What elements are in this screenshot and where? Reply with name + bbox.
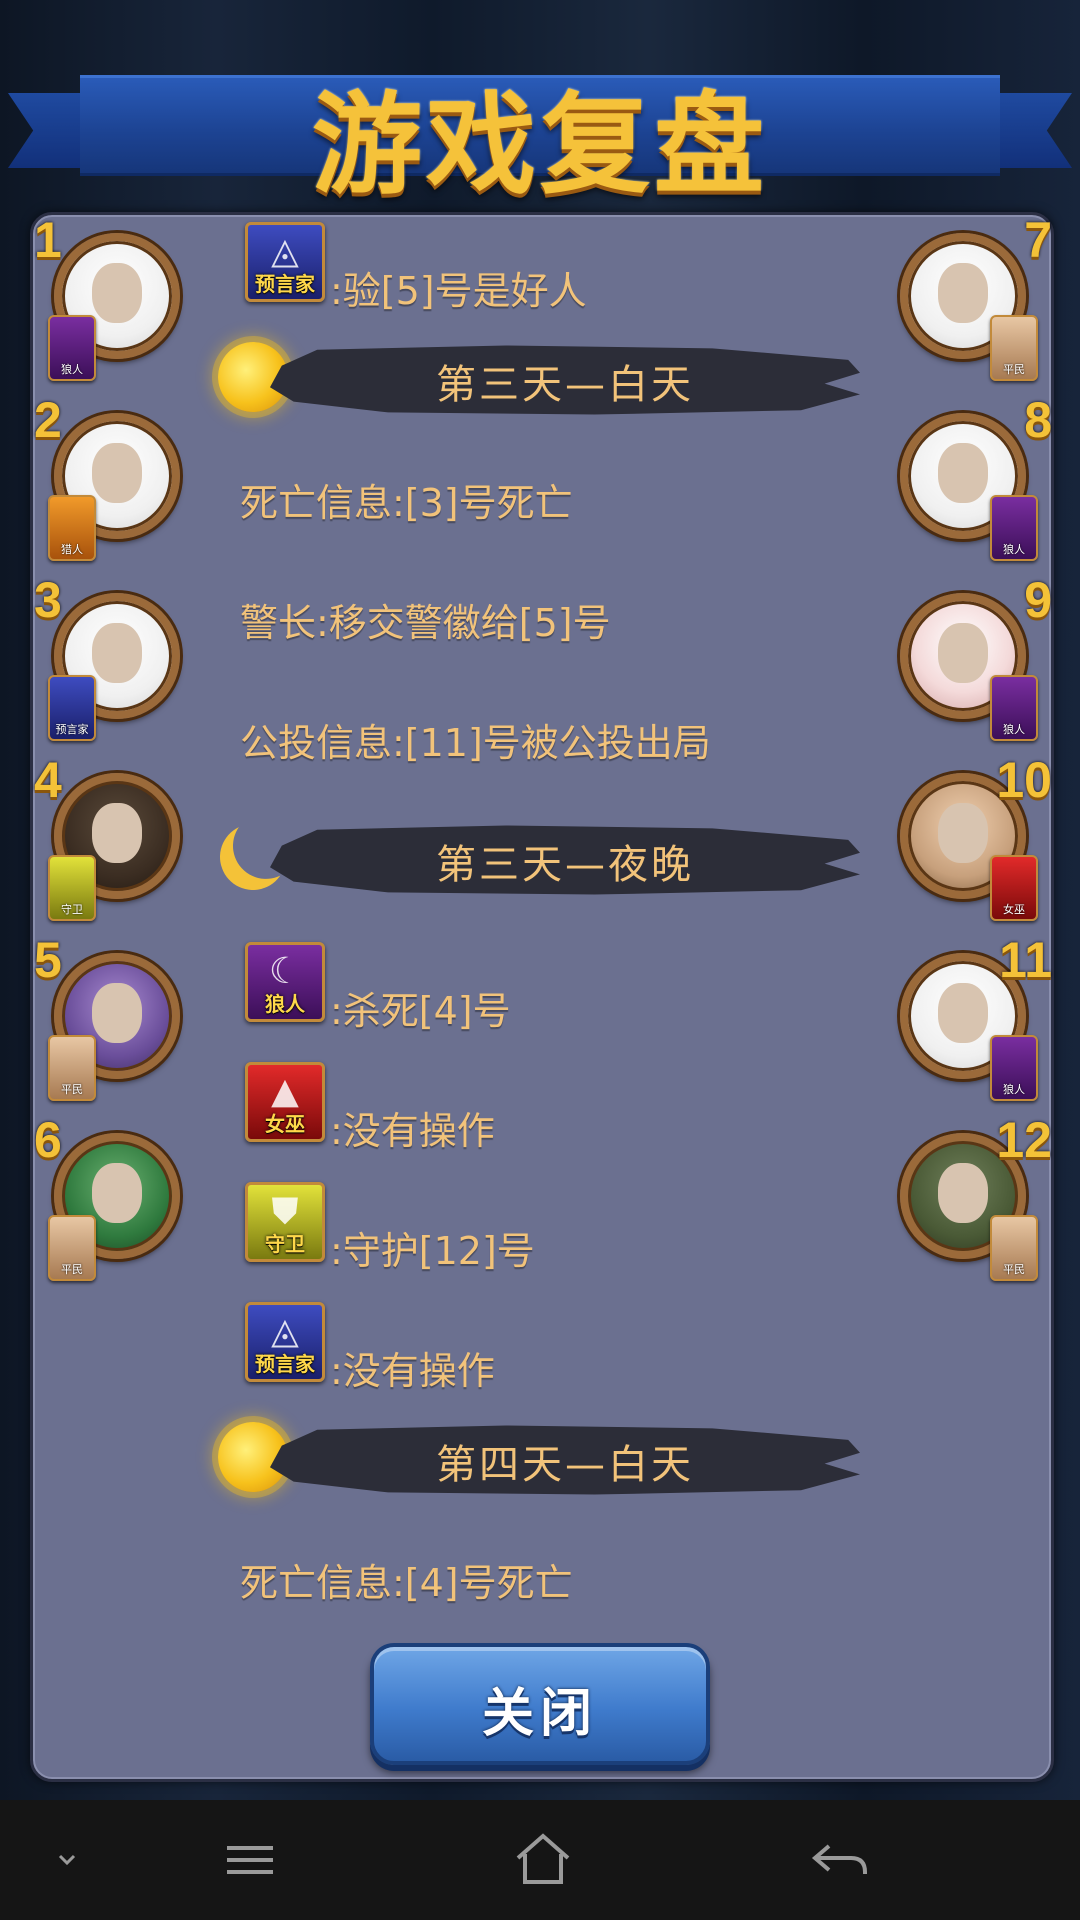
player-number: 8	[1024, 392, 1052, 448]
role-badge: 狼人	[990, 495, 1038, 561]
role-badge: 狼人	[990, 1035, 1038, 1101]
page-title: 游戏复盘	[312, 81, 768, 209]
log-seer-check: :验[5]号是好人	[330, 269, 587, 313]
guard-role-icon: ⛊ 守卫	[245, 1182, 325, 1262]
menu-icon[interactable]	[215, 1830, 285, 1890]
player-number: 4	[34, 752, 62, 808]
player-8[interactable]: 狼人 8	[898, 392, 1052, 561]
player-2[interactable]: 猎人 2	[34, 392, 182, 561]
player-10[interactable]: 女巫 10	[898, 752, 1052, 921]
eye-icon: ◬	[271, 1311, 299, 1352]
role-badge: 平民	[48, 1035, 96, 1101]
player-number: 1	[34, 212, 62, 268]
seer-role-icon: ◬ 预言家	[245, 1302, 325, 1382]
role-badge: 平民	[990, 315, 1038, 381]
avatar-face	[938, 623, 988, 683]
player-number: 9	[1024, 572, 1052, 628]
player-11[interactable]: 狼人 11	[898, 932, 1052, 1101]
day-header-night3: 第三天—夜晚	[210, 810, 860, 906]
avatar-face	[938, 803, 988, 863]
role-badge: 平民	[990, 1215, 1038, 1281]
log-wolf-action: :杀死[4]号	[330, 989, 511, 1033]
home-icon[interactable]	[508, 1830, 578, 1890]
back-icon[interactable]	[805, 1830, 875, 1890]
player-number: 5	[34, 932, 62, 988]
player-5[interactable]: 平民 5	[34, 932, 182, 1101]
witch-role-icon: ▲ 女巫	[245, 1062, 325, 1142]
avatar-face	[938, 443, 988, 503]
player-6[interactable]: 平民 6	[34, 1112, 182, 1281]
role-label: 狼人	[1003, 543, 1025, 556]
role-label: 平民	[61, 1083, 83, 1096]
role-badge: 狼人	[48, 315, 96, 381]
player-number: 3	[34, 572, 62, 628]
role-badge: 猎人	[48, 495, 96, 561]
role-label: 预言家	[55, 723, 89, 736]
shield-icon: ⛊	[271, 1191, 299, 1232]
player-number: 12	[996, 1112, 1052, 1168]
role-label: 平民	[1003, 1263, 1025, 1276]
day-header-day3: 第三天—白天	[210, 330, 860, 426]
avatar-face	[938, 983, 988, 1043]
avatar-face	[938, 1163, 988, 1223]
log-witch-action: :没有操作	[330, 1109, 495, 1153]
role-badge: 狼人	[990, 675, 1038, 741]
player-number: 11	[999, 932, 1052, 988]
role-badge: 预言家	[48, 675, 96, 741]
player-9[interactable]: 狼人 9	[898, 572, 1052, 741]
seer-role-icon: ◬ 预言家	[245, 222, 325, 302]
log-guard-action: :守护[12]号	[330, 1229, 535, 1273]
role-badge: 女巫	[990, 855, 1038, 921]
chevron-down-icon[interactable]	[32, 1830, 102, 1890]
role-label: 猎人	[61, 543, 83, 556]
werewolf-role-icon: ☾ 狼人	[245, 942, 325, 1022]
log-seer-action: :没有操作	[330, 1349, 495, 1393]
player-1[interactable]: 狼人 1	[34, 212, 182, 381]
avatar-face	[92, 623, 142, 683]
avatar-face	[92, 803, 142, 863]
player-number: 2	[34, 392, 62, 448]
player-12[interactable]: 平民 12	[898, 1112, 1052, 1281]
avatar-face	[92, 443, 142, 503]
title-banner: 游戏复盘	[0, 55, 1080, 209]
role-label: 狼人	[1003, 1083, 1025, 1096]
player-number: 7	[1024, 212, 1052, 268]
avatar-face	[92, 1163, 142, 1223]
close-button-label: 关闭	[481, 1684, 598, 1744]
log-death-info: 死亡信息:[4]号死亡	[240, 1561, 573, 1605]
role-label: 平民	[61, 1263, 83, 1276]
player-3[interactable]: 预言家 3	[34, 572, 182, 741]
eye-icon: ◬	[271, 231, 299, 272]
witch-hat-icon: ▲	[271, 1071, 299, 1112]
log-vote-info: 公投信息:[11]号被公投出局	[240, 721, 711, 765]
player-7[interactable]: 平民 7	[898, 212, 1052, 381]
role-label: 狼人	[61, 363, 83, 376]
close-button[interactable]: 关闭	[370, 1643, 710, 1765]
log-sheriff: 警长:移交警徽给[5]号	[240, 601, 611, 645]
system-nav-bar	[0, 1800, 1080, 1920]
day-header-day4: 第四天—白天	[210, 1410, 860, 1506]
player-number: 6	[34, 1112, 62, 1168]
role-label: 女巫	[1003, 903, 1025, 916]
player-number: 10	[996, 752, 1052, 808]
avatar-face	[92, 263, 142, 323]
role-label: 守卫	[61, 903, 83, 916]
wolf-icon: ☾	[268, 951, 302, 992]
role-label: 平民	[1003, 363, 1025, 376]
player-4[interactable]: 守卫 4	[34, 752, 182, 921]
role-badge: 守卫	[48, 855, 96, 921]
role-badge: 平民	[48, 1215, 96, 1281]
avatar-face	[92, 983, 142, 1043]
avatar-face	[938, 263, 988, 323]
log-death-info: 死亡信息:[3]号死亡	[240, 481, 573, 525]
role-label: 狼人	[1003, 723, 1025, 736]
